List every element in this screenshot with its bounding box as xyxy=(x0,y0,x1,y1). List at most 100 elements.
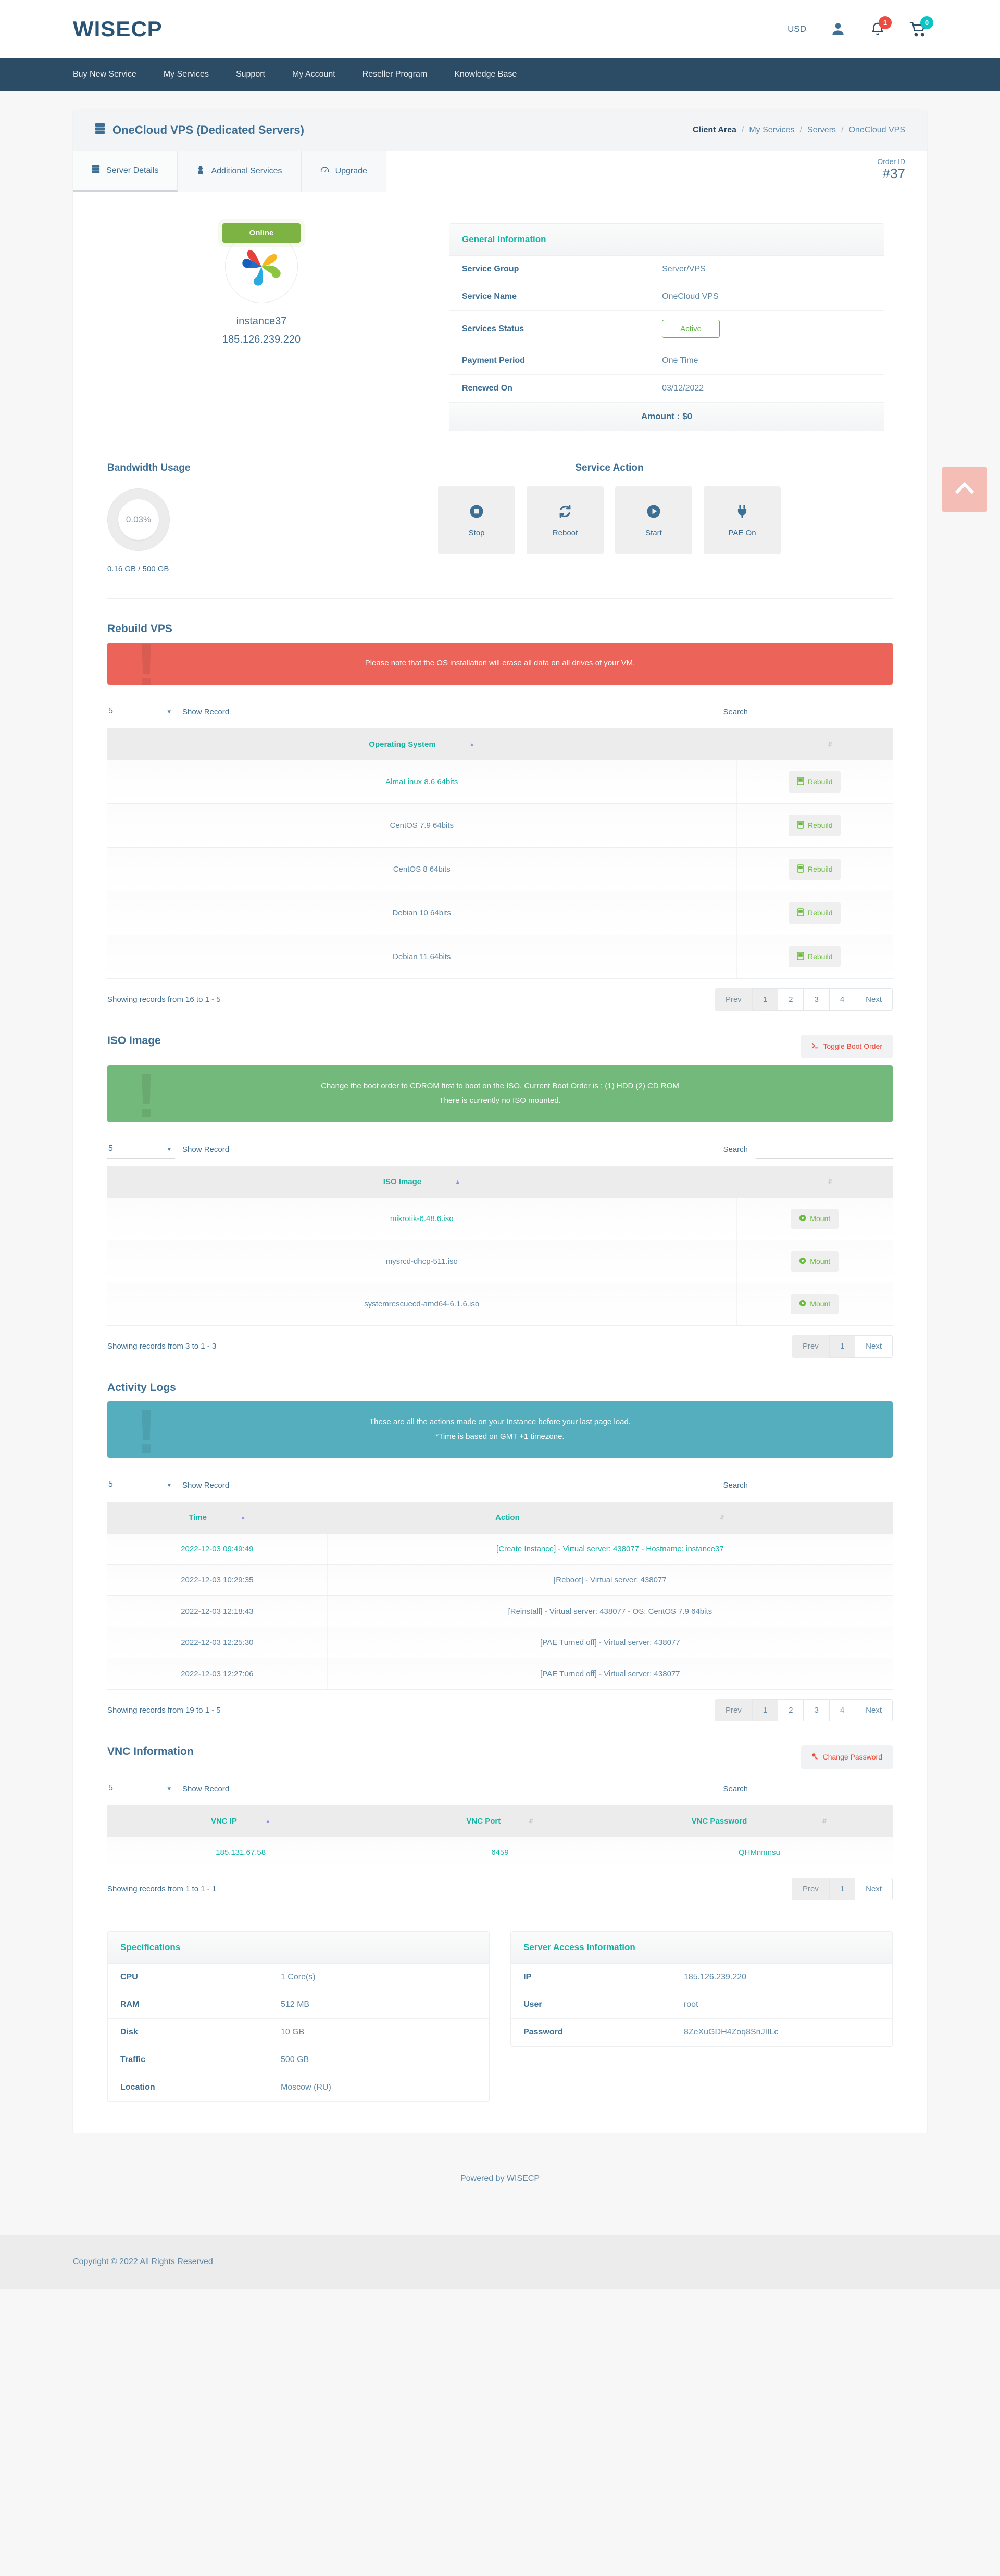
pagination-page-4[interactable]: 4 xyxy=(829,988,856,1011)
pagination-next[interactable]: Next xyxy=(855,1699,893,1721)
activity-search-input[interactable] xyxy=(756,1476,893,1494)
rebuild-button[interactable]: Rebuild xyxy=(789,858,841,880)
pagination-page-1[interactable]: 1 xyxy=(829,1877,856,1900)
column-header-action[interactable]: ⇵ xyxy=(736,1165,893,1198)
sort-ascending-icon: ▲ xyxy=(469,741,475,748)
nav-item-my-account[interactable]: My Account xyxy=(292,70,335,79)
nav-item-reseller-program[interactable]: Reseller Program xyxy=(362,70,427,79)
mount-button-label: Mount xyxy=(810,1214,831,1223)
row-value: 8ZeXuGDH4Zoq8SnJIILc xyxy=(671,2018,892,2046)
reboot-button[interactable]: Reboot xyxy=(527,486,604,554)
pagination-page-2[interactable]: 2 xyxy=(778,1699,804,1721)
nav-item-buy-new-service[interactable]: Buy New Service xyxy=(73,70,136,79)
cart-button[interactable]: 0 xyxy=(909,16,933,37)
pagination-next[interactable]: Next xyxy=(855,1877,893,1900)
mount-button[interactable]: Mount xyxy=(791,1251,839,1272)
instance-ip: 185.126.239.220 xyxy=(222,334,301,345)
row-value: 1 Core(s) xyxy=(268,1963,489,1991)
activity-page-length-select[interactable]: 5102550100 xyxy=(107,1477,175,1494)
breadcrumb-item-client-area[interactable]: Client Area xyxy=(693,125,736,135)
column-label: Operating System xyxy=(369,739,436,749)
column-header-vnc-password[interactable]: VNC Password ⇵ xyxy=(626,1805,893,1837)
pagination-next[interactable]: Next xyxy=(855,988,893,1011)
breadcrumb-item-my-services[interactable]: My Services xyxy=(749,125,794,135)
notifications-button[interactable]: 1 xyxy=(870,16,892,37)
pagination-page-4[interactable]: 4 xyxy=(829,1699,856,1721)
nav-item-support[interactable]: Support xyxy=(236,70,265,79)
pae-on-button[interactable]: PAE On xyxy=(704,486,781,554)
alert-line-1: Change the boot order to CDROM first to … xyxy=(321,1081,679,1090)
iso-records-info: Showing records from 3 to 1 - 3 xyxy=(107,1341,217,1351)
os-name: CentOS 8 64bits xyxy=(107,847,737,891)
mount-icon xyxy=(799,1214,806,1223)
pagination-prev[interactable]: Prev xyxy=(791,1877,830,1900)
breadcrumb-item-onecloud-vps[interactable]: OneCloud VPS xyxy=(848,125,905,135)
toggle-boot-order-button[interactable]: Toggle Boot Order xyxy=(801,1034,893,1058)
column-header-time[interactable]: Time ▲ xyxy=(107,1501,328,1534)
column-header-vnc-port[interactable]: VNC Port ⇵ xyxy=(374,1805,626,1837)
rebuild-search-input[interactable] xyxy=(756,703,893,721)
rebuild-button[interactable]: Rebuild xyxy=(789,771,841,793)
pagination-page-3[interactable]: 3 xyxy=(803,988,830,1011)
table-row: CentOS 8 64bits Rebuild xyxy=(107,847,893,891)
bandwidth-and-actions-row: Bandwidth Usage 0.03% 0.16 GB / 500 GB S… xyxy=(95,462,905,573)
exclamation-icon: ! xyxy=(136,1065,157,1122)
start-button[interactable]: Start xyxy=(615,486,692,554)
rebuild-table-footer: Showing records from 16 to 1 - 5 Prev 1 … xyxy=(107,988,893,1011)
nav-item-my-services[interactable]: My Services xyxy=(164,70,209,79)
currency-selector[interactable]: USD xyxy=(788,24,806,34)
vnc-records-info: Showing records from 1 to 1 - 1 xyxy=(107,1884,217,1893)
order-id: Order ID #37 xyxy=(877,151,927,192)
scroll-to-top-button[interactable] xyxy=(942,467,988,512)
column-header-vnc-ip[interactable]: VNC IP ▲ xyxy=(107,1805,374,1837)
pagination-page-1[interactable]: 1 xyxy=(752,1699,779,1721)
action-label: Stop xyxy=(468,528,485,537)
column-header-action[interactable]: ⇵ xyxy=(736,728,893,760)
activity-info-alert: ! These are all the actions made on your… xyxy=(107,1401,893,1458)
service-status-badge: Active xyxy=(662,320,720,338)
row-key: CPU xyxy=(108,1963,268,1991)
tab-server-details[interactable]: Server Details xyxy=(73,151,178,192)
rebuild-page-length-select[interactable]: 5102550100 xyxy=(107,704,175,721)
pagination-next[interactable]: Next xyxy=(855,1335,893,1358)
change-password-label: Change Password xyxy=(822,1753,882,1761)
rebuild-warning-alert: ! Please note that the OS installation w… xyxy=(107,643,893,685)
mount-button[interactable]: Mount xyxy=(791,1293,839,1314)
iso-page-length-select[interactable]: 5102550100 xyxy=(107,1141,175,1159)
pagination-page-1[interactable]: 1 xyxy=(829,1335,856,1358)
general-information-title: General Information xyxy=(449,224,884,256)
account-button[interactable] xyxy=(830,21,846,37)
table-row: mikrotik-6.48.6.iso Mount xyxy=(107,1197,893,1240)
pagination-prev[interactable]: Prev xyxy=(714,988,753,1011)
vnc-page-length-select[interactable]: 5102550100 xyxy=(107,1781,175,1798)
row-key: Renewed On xyxy=(449,374,650,403)
stop-button[interactable]: Stop xyxy=(438,486,515,554)
rebuild-button[interactable]: Rebuild xyxy=(789,814,841,836)
breadcrumb-separator: / xyxy=(741,125,744,134)
key-icon xyxy=(811,1753,819,1762)
rebuild-button[interactable]: Rebuild xyxy=(789,946,841,967)
instance-summary: Online instance37 185.126.239.220 xyxy=(95,223,428,431)
pagination-page-3[interactable]: 3 xyxy=(803,1699,830,1721)
column-header-operating-system[interactable]: Operating System ▲ xyxy=(107,728,736,760)
tab-additional-services[interactable]: Additional Services xyxy=(178,151,302,192)
iso-search-input[interactable] xyxy=(756,1140,893,1159)
vnc-search-input[interactable] xyxy=(756,1780,893,1798)
column-header-iso-image[interactable]: ISO Image ▲ xyxy=(107,1165,736,1198)
breadcrumb: Client Area / My Services / Servers / On… xyxy=(693,125,905,135)
column-label: Time xyxy=(189,1513,207,1522)
pagination-page-1[interactable]: 1 xyxy=(752,988,779,1011)
pagination-page-2[interactable]: 2 xyxy=(778,988,804,1011)
column-header-action[interactable]: Action ⇵ xyxy=(327,1501,893,1534)
tab-upgrade[interactable]: Upgrade xyxy=(301,151,386,192)
nav-item-knowledge-base[interactable]: Knowledge Base xyxy=(454,70,517,79)
mount-button[interactable]: Mount xyxy=(791,1208,839,1229)
breadcrumb-item-servers[interactable]: Servers xyxy=(807,125,836,135)
log-action: [PAE Turned off] - Virtual server: 43807… xyxy=(327,1658,893,1690)
pagination-prev[interactable]: Prev xyxy=(714,1699,753,1721)
pagination-prev[interactable]: Prev xyxy=(791,1335,830,1358)
rebuild-button[interactable]: Rebuild xyxy=(789,902,841,924)
bandwidth-percent: 0.03% xyxy=(118,499,159,540)
change-password-button[interactable]: Change Password xyxy=(801,1745,893,1769)
brand-logo[interactable]: WISECP xyxy=(73,17,162,42)
